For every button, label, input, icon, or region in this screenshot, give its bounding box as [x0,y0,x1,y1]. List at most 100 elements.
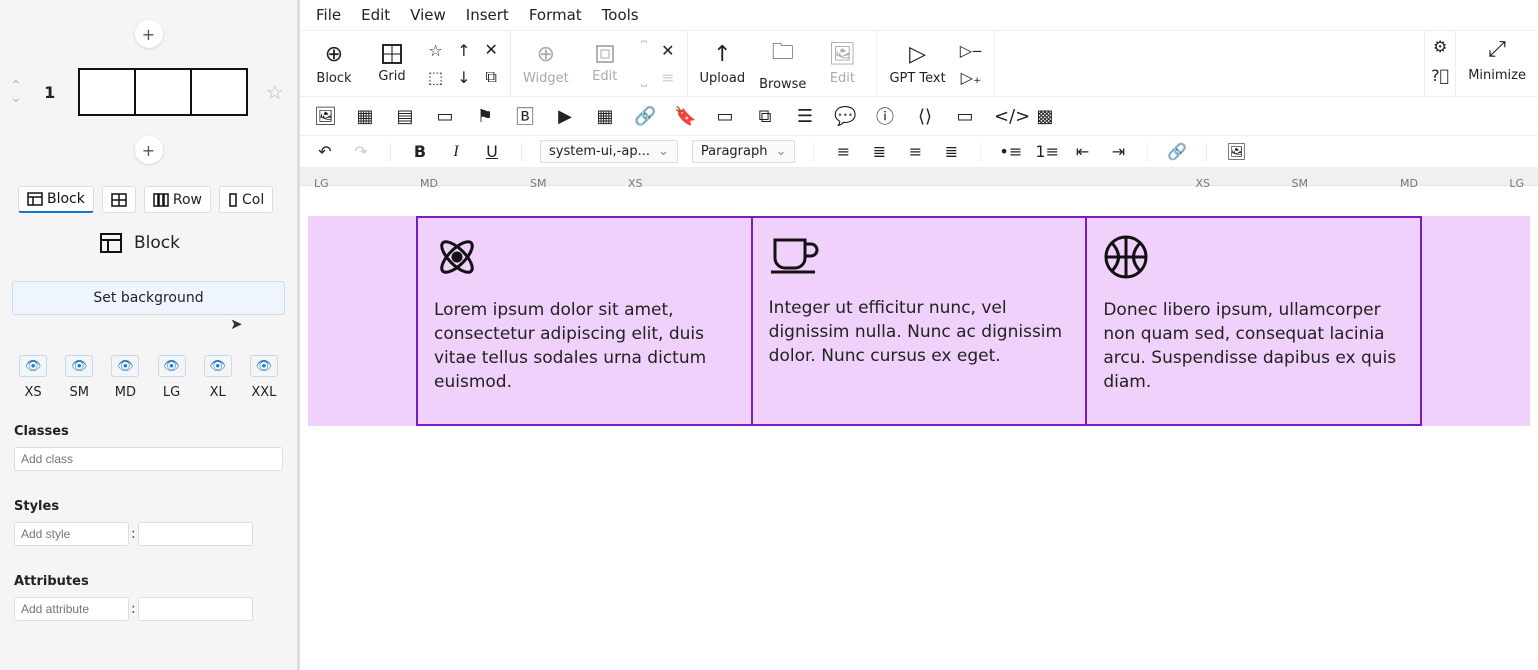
menu-file[interactable]: File [316,6,341,24]
underline-icon[interactable]: U [481,142,503,161]
column-text[interactable]: Integer ut efficitur nunc, vel dignissim… [769,296,1070,368]
save-template-icon[interactable]: ⬚ [428,68,443,87]
add-attr-key-input[interactable] [14,597,129,621]
link-icon[interactable]: 🔗 [634,106,656,127]
font-dropdown[interactable]: system-ui,-ap...⌄ [540,140,678,163]
set-background-button[interactable]: Set background [12,281,285,315]
block-thumbnail[interactable] [78,68,248,116]
vis-lg[interactable]: 👁LG [158,355,186,400]
html-icon[interactable]: </> [994,106,1016,127]
bookmark-icon[interactable]: 🔖 [674,106,696,127]
column-3[interactable]: Donec libero ipsum, ullamcorper non quam… [1087,216,1422,426]
accordion-icon[interactable]: ☰ [794,106,816,127]
list-ul-icon[interactable]: •≡ [999,142,1021,161]
minimize-icon: ⤢ [1488,37,1506,62]
paragraph-dropdown[interactable]: Paragraph⌄ [692,140,796,163]
carousel-icon[interactable]: ▭ [434,106,456,127]
minimize-button[interactable]: ⤢ Minimize [1455,31,1538,96]
tab-col[interactable]: Col [219,186,273,213]
comment-icon[interactable]: 💬 [834,106,856,127]
slider-icon[interactable]: ▤ [394,106,416,127]
qr-icon[interactable]: ▩ [1034,106,1056,127]
edit-widget-button[interactable]: Edit [583,43,627,84]
tabs-icon[interactable]: ⧉ [754,106,776,127]
grid-button[interactable]: Grid [370,43,414,84]
table-icon[interactable]: ▦ [594,106,616,127]
add-style-value-input[interactable] [138,522,253,546]
code-icon[interactable]: ⟨⟩ [914,106,936,127]
menu-view[interactable]: View [410,6,446,24]
tooltip-icon[interactable]: ⓘ [874,103,896,129]
upload-button[interactable]: ↑ Upload [700,42,746,86]
image-icon[interactable]: 🖼 [314,106,336,127]
align-left-icon[interactable]: ≡ [832,142,854,161]
gear-icon[interactable]: ⚙ [1433,37,1447,56]
block-button[interactable]: ⊕ Block [312,42,356,86]
add-class-input[interactable] [14,447,283,471]
plus-icon[interactable]: + [135,20,163,48]
undo-icon[interactable]: ↶ [314,142,336,161]
menu-insert[interactable]: Insert [466,6,509,24]
column-text[interactable]: Donec libero ipsum, ullamcorper non quam… [1103,298,1404,394]
bold-icon[interactable]: B [409,142,431,161]
align-justify-icon[interactable]: ≣ [940,142,962,161]
star-icon[interactable]: ☆ [428,41,442,60]
align-bottom-icon[interactable]: ⎵ [641,68,647,88]
vis-xs[interactable]: 👁XS [19,355,47,400]
coffee-icon [769,230,1070,296]
edit-image-button[interactable]: 🖼 Edit [820,42,864,86]
canvas[interactable]: Lorem ipsum dolor sit amet, consectetur … [300,186,1538,670]
align-middle-icon[interactable]: ≡ [661,68,674,87]
help-icon[interactable]: ?⃝ [1431,66,1449,85]
vis-md[interactable]: 👁MD [111,355,139,400]
list-ol-icon[interactable]: 1≡ [1035,142,1057,161]
italic-icon[interactable]: I [445,143,467,161]
content-block[interactable]: Lorem ipsum dolor sit amet, consectetur … [308,216,1530,426]
vis-xl[interactable]: 👁XL [204,355,232,400]
grid-icon [111,193,127,207]
link-icon[interactable]: 🔗 [1166,142,1188,161]
add-attr-value-input[interactable] [138,597,253,621]
redo-icon[interactable]: ↷ [350,142,372,161]
flag-icon[interactable]: ⚑ [474,106,496,127]
column-text[interactable]: Lorem ipsum dolor sit amet, consectetur … [434,298,735,394]
align-center-icon[interactable]: ≣ [868,142,890,161]
toolbar-format: ↶ ↷ B I U system-ui,-ap...⌄ Paragraph⌄ ≡… [300,135,1538,168]
play-plus-icon[interactable]: ▷₊ [961,68,982,87]
close-icon[interactable]: ✕ [485,40,498,59]
browse-button[interactable]: 🗀 Browse [759,35,806,92]
embed-icon[interactable]: ▭ [954,106,976,127]
outdent-icon[interactable]: ⇤ [1071,142,1093,161]
plus-icon[interactable]: + [135,136,163,164]
align-top-icon[interactable]: ⎴ [641,40,647,60]
tab-grid[interactable] [102,186,136,213]
image-icon[interactable]: 🖼 [1225,142,1247,161]
button-icon[interactable]: ▭ [714,106,736,127]
arrow-down-icon[interactable]: ↓ [457,68,470,87]
column-1[interactable]: Lorem ipsum dolor sit amet, consectetur … [416,216,753,426]
close-icon[interactable]: ✕ [661,41,674,60]
indent-icon[interactable]: ⇥ [1107,142,1129,161]
chevron-down-icon[interactable]: ⌄ [10,93,22,103]
video-icon[interactable]: ▶ [554,106,576,127]
align-right-icon[interactable]: ≡ [904,142,926,161]
bold-box-icon[interactable]: 🄱 [514,103,536,129]
column-2[interactable]: Integer ut efficitur nunc, vel dignissim… [753,216,1088,426]
reorder-chevrons[interactable]: ⌃ ⌄ [10,81,22,103]
tab-row[interactable]: Row [144,186,211,213]
menu-edit[interactable]: Edit [361,6,390,24]
ruler-md: MD [1400,177,1418,190]
menu-format[interactable]: Format [529,6,582,24]
add-style-key-input[interactable] [14,522,129,546]
arrow-up-icon[interactable]: ↑ [457,41,470,60]
widget-button[interactable]: ⊕ Widget [523,42,569,86]
gallery-icon[interactable]: ▦ [354,106,376,127]
gpt-text-button[interactable]: ▷ GPT Text [889,42,945,86]
vis-xxl[interactable]: 👁XXL [250,355,278,400]
menu-tools[interactable]: Tools [602,6,639,24]
copy-icon[interactable]: ⧉ [486,67,497,87]
star-icon[interactable]: ☆ [266,80,284,104]
tab-block[interactable]: Block [18,186,94,213]
vis-sm[interactable]: 👁SM [65,355,93,400]
play-minus-icon[interactable]: ▷‒ [960,41,982,60]
